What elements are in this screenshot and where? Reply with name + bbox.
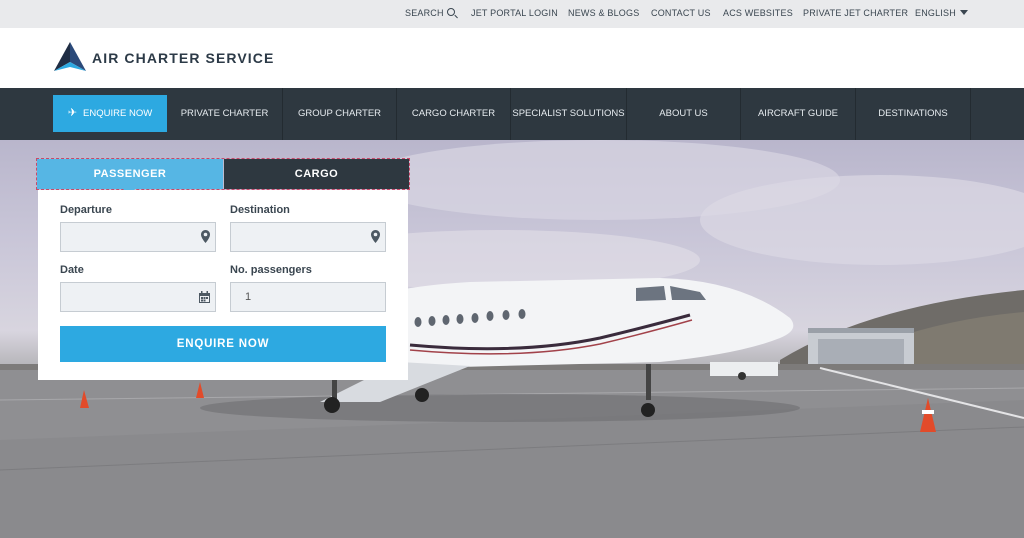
nav-item-destinations[interactable]: DESTINATIONS	[856, 88, 971, 140]
date-label: Date	[60, 264, 84, 276]
nav-item-about-us[interactable]: ABOUT US	[627, 88, 741, 140]
map-pin-icon	[371, 230, 380, 243]
booking-tabs: PASSENGER CARGO	[36, 158, 410, 195]
jet-portal-login-link[interactable]: JET PORTAL LOGIN	[471, 8, 558, 18]
nav-item-private-charter[interactable]: PRIVATE CHARTER	[167, 88, 283, 140]
acs-websites-link[interactable]: ACS WEBSITES	[723, 8, 793, 18]
departure-label: Departure	[60, 204, 112, 216]
date-input[interactable]	[60, 282, 216, 312]
calendar-icon	[199, 291, 210, 303]
tab-cargo[interactable]: CARGO	[224, 159, 409, 189]
logo-icon[interactable]	[52, 42, 88, 72]
passengers-label: No. passengers	[230, 264, 312, 276]
language-label: ENGLISH	[915, 8, 956, 18]
enquire-now-nav-label: ENQUIRE NOW	[83, 108, 153, 119]
private-jet-charter-link[interactable]: PRIVATE JET CHARTER	[803, 8, 908, 18]
header: AIR CHARTER SERVICE	[0, 28, 1024, 88]
caret-down-icon	[959, 10, 968, 15]
nav-item-specialist-solutions[interactable]: SPECIALIST SOLUTIONS	[511, 88, 627, 140]
destination-input[interactable]	[230, 222, 386, 252]
search-link[interactable]: SEARCH	[405, 8, 455, 18]
enquire-now-button[interactable]: ENQUIRE NOW	[60, 326, 386, 362]
departure-input[interactable]	[60, 222, 216, 252]
news-blogs-link[interactable]: NEWS & BLOGS	[568, 8, 639, 18]
booking-form: Departure Destination Date No. passenger…	[38, 190, 408, 380]
language-selector[interactable]: ENGLISH	[915, 8, 968, 18]
nav-item-aircraft-guide[interactable]: AIRCRAFT GUIDE	[741, 88, 856, 140]
search-icon	[446, 8, 455, 16]
map-pin-icon	[201, 230, 210, 243]
tab-passenger[interactable]: PASSENGER	[37, 159, 223, 195]
nav-item-cargo-charter[interactable]: CARGO CHARTER	[397, 88, 511, 140]
utility-bar: SEARCH JET PORTAL LOGIN NEWS & BLOGS CON…	[0, 0, 1024, 28]
logo-text[interactable]: AIR CHARTER SERVICE	[92, 50, 274, 66]
contact-us-link[interactable]: CONTACT US	[651, 8, 711, 18]
destination-label: Destination	[230, 204, 290, 216]
passengers-input[interactable]: 1	[230, 282, 386, 312]
enquire-now-nav-button[interactable]: ✈ ENQUIRE NOW	[53, 95, 167, 132]
nav-item-group-charter[interactable]: GROUP CHARTER	[283, 88, 397, 140]
plane-icon: ✈	[67, 107, 78, 119]
search-label: SEARCH	[405, 8, 444, 18]
main-nav: ✈ ENQUIRE NOW PRIVATE CHARTER GROUP CHART…	[0, 88, 1024, 140]
